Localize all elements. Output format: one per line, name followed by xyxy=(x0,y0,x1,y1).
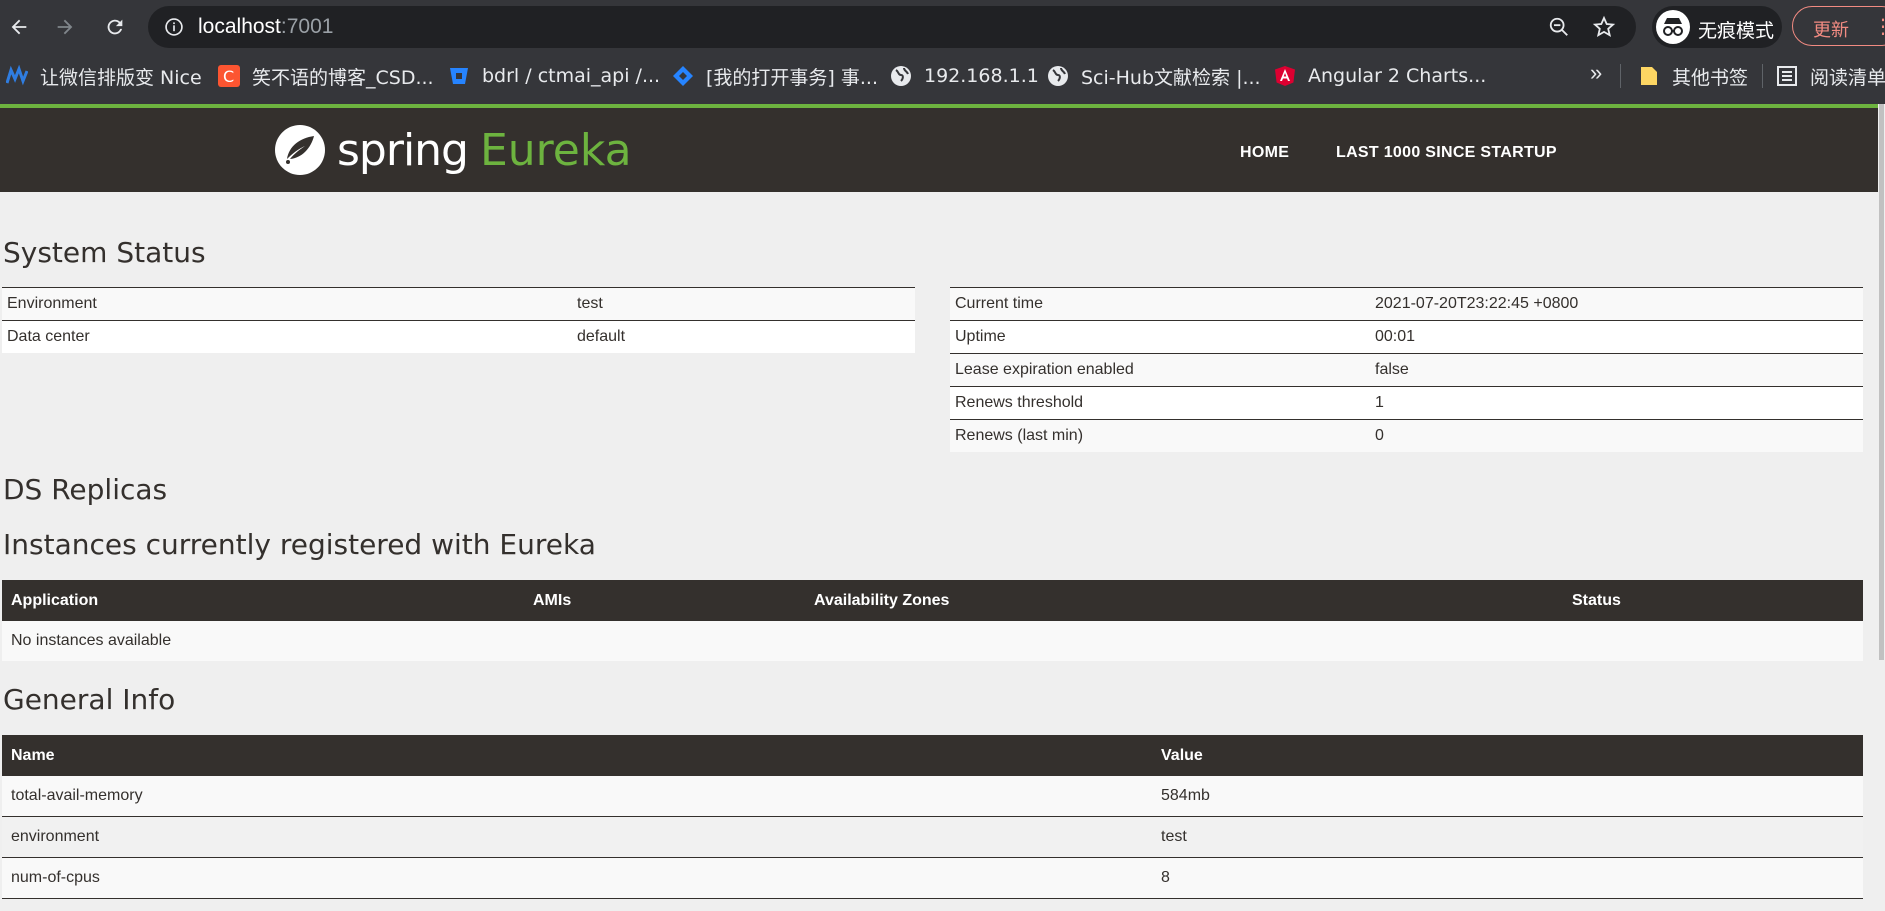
browser-chrome: localhost:7001 无痕模式 更新 ⋮ 让微信排版变 Nice C 笑… xyxy=(0,0,1885,104)
info-name: total-avail-memory xyxy=(2,776,1152,817)
info-value: 584mb xyxy=(1152,776,1863,817)
status-label: Current time xyxy=(950,287,1370,321)
general-info-title: General Info xyxy=(3,683,176,716)
system-status-right-table: Current time 2021-07-20T23:22:45 +0800 U… xyxy=(950,287,1863,452)
incognito-icon xyxy=(1656,10,1690,44)
bitbucket-icon xyxy=(450,68,468,84)
address-bar[interactable]: localhost:7001 xyxy=(148,6,1636,48)
scrollbar-thumb[interactable] xyxy=(1879,104,1884,660)
table-row: No instances available xyxy=(2,621,1863,661)
logo-eureka-text: Eureka xyxy=(479,124,632,176)
status-value: default xyxy=(572,320,915,353)
csdn-icon: C xyxy=(218,65,240,87)
table-row: Renews threshold 1 xyxy=(950,386,1863,420)
svg-text:C: C xyxy=(223,67,234,86)
table-row: num-of-cpus 8 xyxy=(2,857,1863,899)
status-value: 1 xyxy=(1370,386,1863,420)
reload-button[interactable] xyxy=(96,8,134,46)
status-label: Data center xyxy=(2,320,572,353)
column-header[interactable]: Application xyxy=(2,580,524,621)
column-header[interactable]: Availability Zones xyxy=(805,580,1563,621)
table-row: total-avail-memory 584mb xyxy=(2,776,1863,817)
nav-home-link[interactable]: HOME xyxy=(1240,144,1289,162)
instances-table: Application AMIs Availability Zones Stat… xyxy=(2,580,1863,661)
column-header[interactable]: Value xyxy=(1152,735,1863,776)
info-value: test xyxy=(1152,816,1863,858)
bookmark-item[interactable]: 192.168.1.1 xyxy=(890,62,1039,90)
info-name: environment xyxy=(2,816,1152,858)
url-text: localhost:7001 xyxy=(198,15,334,38)
bookmarks-bar: 让微信排版变 Nice C 笑不语的博客_CSD... bdrl / ctmai… xyxy=(0,56,1885,96)
nav-last1000-link[interactable]: LAST 1000 SINCE STARTUP xyxy=(1336,144,1557,162)
empty-message: No instances available xyxy=(2,621,1863,661)
bookmarks-divider xyxy=(1762,64,1763,88)
bookmarks-divider xyxy=(1620,64,1621,88)
table-header-row: Application AMIs Availability Zones Stat… xyxy=(2,580,1863,621)
info-name: num-of-cpus xyxy=(2,857,1152,899)
bookmark-item[interactable]: Sci-Hub文献检索 |... xyxy=(1047,62,1261,90)
forward-arrow-icon xyxy=(57,19,73,35)
status-label: Environment xyxy=(2,287,572,321)
site-info-icon[interactable] xyxy=(164,17,184,37)
table-row: environment test xyxy=(2,816,1863,858)
incognito-profile-button[interactable]: 无痕模式 xyxy=(1652,6,1782,48)
table-row: Current time 2021-07-20T23:22:45 +0800 xyxy=(950,287,1863,321)
spring-eureka-logo[interactable]: spring Eureka xyxy=(273,122,632,178)
status-label: Lease expiration enabled xyxy=(950,353,1370,387)
status-value: 00:01 xyxy=(1370,320,1863,354)
nice-icon xyxy=(6,65,28,86)
profile-label: 无痕模式 xyxy=(1698,20,1775,42)
bookmark-star-icon[interactable] xyxy=(1592,15,1616,39)
column-header[interactable]: AMIs xyxy=(524,580,805,621)
table-row: Uptime 00:01 xyxy=(950,320,1863,354)
bookmark-item[interactable]: 让微信排版变 Nice xyxy=(6,62,202,90)
globe-icon xyxy=(891,66,911,86)
back-arrow-icon xyxy=(11,19,27,35)
update-label: 更新 xyxy=(1813,20,1849,41)
reload-icon xyxy=(107,19,123,35)
ds-replicas-title: DS Replicas xyxy=(3,473,168,506)
status-value: false xyxy=(1370,353,1863,387)
bookmark-item[interactable]: Angular 2 Charts... xyxy=(1274,62,1486,90)
update-button[interactable]: 更新 ⋮ xyxy=(1792,6,1885,46)
status-value: 2021-07-20T23:22:45 +0800 xyxy=(1370,287,1863,321)
bookmark-item[interactable]: bdrl / ctmai_api /... xyxy=(448,62,660,90)
bookmark-item[interactable]: C 笑不语的博客_CSD... xyxy=(218,62,434,90)
status-label: Renews (last min) xyxy=(950,419,1370,452)
system-status-title: System Status xyxy=(3,236,206,269)
table-row: Lease expiration enabled false xyxy=(950,353,1863,387)
table-header-row: Name Value xyxy=(2,735,1863,776)
status-value: test xyxy=(572,287,915,321)
angular-icon xyxy=(1275,66,1295,86)
forward-button[interactable] xyxy=(46,8,84,46)
logo-spring-text: spring xyxy=(337,124,469,176)
other-bookmarks-folder[interactable]: 其他书签 xyxy=(1638,62,1748,90)
back-button[interactable] xyxy=(0,8,38,46)
status-label: Uptime xyxy=(950,320,1370,354)
jira-icon xyxy=(673,66,693,86)
instances-title: Instances currently registered with Eure… xyxy=(3,528,596,561)
reading-list-button[interactable]: 阅读清单 xyxy=(1776,62,1885,90)
folder-icon xyxy=(1641,67,1657,85)
general-info-table: Name Value total-avail-memory 584mb envi… xyxy=(2,735,1863,899)
bookmarks-overflow-button[interactable]: » xyxy=(1590,60,1602,86)
status-label: Renews threshold xyxy=(950,386,1370,420)
eureka-navbar: spring Eureka HOME LAST 1000 SINCE START… xyxy=(0,104,1878,192)
info-value: 8 xyxy=(1152,857,1863,899)
table-divider xyxy=(2,320,915,321)
table-row: Renews (last min) 0 xyxy=(950,419,1863,452)
more-menu-icon[interactable]: ⋮ xyxy=(1873,14,1885,39)
spring-leaf-icon xyxy=(275,125,325,175)
column-header[interactable]: Status xyxy=(1563,580,1863,621)
status-value: 0 xyxy=(1370,419,1863,452)
url-port: :7001 xyxy=(280,15,334,38)
reading-list-icon xyxy=(1777,66,1797,86)
table-row: Environment test xyxy=(2,287,915,321)
globe-icon xyxy=(1048,66,1068,86)
zoom-out-icon[interactable] xyxy=(1548,16,1570,38)
column-header[interactable]: Name xyxy=(2,735,1152,776)
bookmark-item[interactable]: [我的打开事务] 事... xyxy=(672,62,878,90)
table-row: Data center default xyxy=(2,320,915,353)
